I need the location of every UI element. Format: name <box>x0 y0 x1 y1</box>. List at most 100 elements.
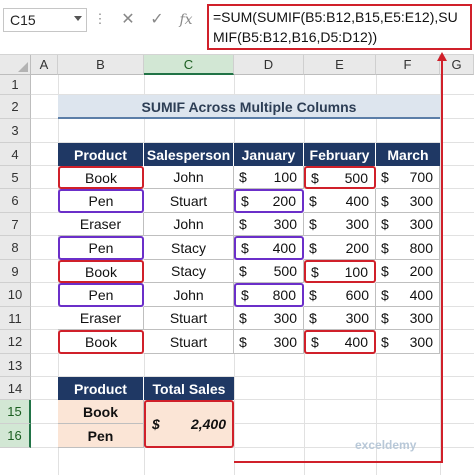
product-cell[interactable]: Pen <box>58 283 144 307</box>
jan-sales-cell[interactable]: $200 <box>234 189 304 213</box>
summary-header-total[interactable]: Total Sales <box>144 377 234 400</box>
row-header-8[interactable]: 8 <box>0 236 31 260</box>
mar-sales-cell[interactable]: $300 <box>376 189 440 213</box>
feb-sales-cell[interactable]: $400 <box>304 330 376 354</box>
sheet-title[interactable]: SUMIF Across Multiple Columns <box>58 95 440 119</box>
salesperson-cell[interactable]: Stacy <box>144 236 234 260</box>
column-header-f[interactable]: F <box>376 55 440 75</box>
currency-symbol: $ <box>381 239 389 256</box>
row-header-13[interactable]: 13 <box>0 354 31 377</box>
sales-value: 200 <box>345 239 369 256</box>
sales-value: 400 <box>409 286 433 303</box>
sales-value: 800 <box>409 239 433 256</box>
currency-symbol: $ <box>381 286 389 303</box>
mar-sales-cell[interactable]: $300 <box>376 213 440 236</box>
feb-sales-cell[interactable]: $500 <box>304 166 376 189</box>
salesperson-cell[interactable]: Stuart <box>144 307 234 330</box>
sales-value: 300 <box>345 216 369 232</box>
mar-sales-cell[interactable]: $400 <box>376 283 440 307</box>
mar-sales-cell[interactable]: $800 <box>376 236 440 260</box>
mar-sales-cell[interactable]: $300 <box>376 307 440 330</box>
formula-input[interactable]: =SUM(SUMIF(B5:B12,B15,E5:E12),SUMIF(B5:B… <box>207 4 472 50</box>
jan-sales-cell[interactable]: $300 <box>234 330 304 354</box>
product-cell[interactable]: Book <box>58 260 144 283</box>
currency-symbol: $ <box>152 416 160 432</box>
currency-symbol: $ <box>311 334 319 350</box>
row-header-16[interactable]: 16 <box>0 424 31 448</box>
feb-sales-cell[interactable]: $600 <box>304 283 376 307</box>
row-header-5[interactable]: 5 <box>0 166 31 189</box>
header-product[interactable]: Product <box>58 143 144 166</box>
sales-value: 100 <box>273 169 297 185</box>
salesperson-cell[interactable]: John <box>144 166 234 189</box>
row-header-15[interactable]: 15 <box>0 400 31 424</box>
sales-value: 300 <box>273 333 297 350</box>
column-header-b[interactable]: B <box>58 55 144 75</box>
mar-sales-cell[interactable]: $200 <box>376 260 440 283</box>
salesperson-cell[interactable]: Stacy <box>144 260 234 283</box>
row-header-11[interactable]: 11 <box>0 307 31 330</box>
feb-sales-cell[interactable]: $400 <box>304 189 376 213</box>
summary-header-product[interactable]: Product <box>58 377 144 400</box>
header-march[interactable]: March <box>376 143 440 166</box>
column-header-d[interactable]: D <box>234 55 304 75</box>
mar-sales-cell[interactable]: $300 <box>376 330 440 354</box>
jan-sales-cell[interactable]: $500 <box>234 260 304 283</box>
column-header-c[interactable]: C <box>144 55 234 75</box>
product-cell[interactable]: Eraser <box>58 307 144 330</box>
sales-value: 300 <box>409 310 433 326</box>
header-february[interactable]: February <box>304 143 376 166</box>
feb-sales-cell[interactable]: $300 <box>304 213 376 236</box>
row-header-9[interactable]: 9 <box>0 260 31 283</box>
mar-sales-cell[interactable]: $700 <box>376 166 440 189</box>
salesperson-cell[interactable]: John <box>144 283 234 307</box>
jan-sales-cell[interactable]: $400 <box>234 236 304 260</box>
currency-symbol: $ <box>311 169 319 186</box>
product-cell[interactable]: Pen <box>58 189 144 213</box>
summary-product-pen[interactable]: Pen <box>58 424 144 448</box>
header-salesperson[interactable]: Salesperson <box>144 143 234 166</box>
total-sales-cell[interactable]: $ 2,400 <box>144 400 234 448</box>
cancel-icon[interactable]: ✕ <box>116 8 140 32</box>
product-cell[interactable]: Pen <box>58 236 144 260</box>
salesperson-cell[interactable]: Stuart <box>144 330 234 354</box>
row-header-2[interactable]: 2 <box>0 95 31 119</box>
feb-sales-cell[interactable]: $100 <box>304 260 376 283</box>
arrow-line-vertical <box>441 60 443 463</box>
sales-value: 100 <box>344 263 368 280</box>
feb-sales-cell[interactable]: $200 <box>304 236 376 260</box>
check-icon[interactable]: ✓ <box>145 8 169 32</box>
summary-product-book[interactable]: Book <box>58 400 144 424</box>
jan-sales-cell[interactable]: $800 <box>234 283 304 307</box>
row-header-4[interactable]: 4 <box>0 143 31 166</box>
currency-symbol: $ <box>381 263 389 279</box>
row-header-6[interactable]: 6 <box>0 189 31 213</box>
more-options-icon[interactable]: ⋮ <box>93 8 107 32</box>
insert-function-icon[interactable]: fx <box>174 8 198 32</box>
feb-sales-cell[interactable]: $300 <box>304 307 376 330</box>
salesperson-cell[interactable]: John <box>144 213 234 236</box>
row-header-1[interactable]: 1 <box>0 75 31 95</box>
row-header-12[interactable]: 12 <box>0 330 31 354</box>
product-cell[interactable]: Eraser <box>58 213 144 236</box>
chevron-down-icon[interactable] <box>74 16 82 21</box>
sales-value: 500 <box>273 263 297 279</box>
column-header-a[interactable]: A <box>31 55 58 75</box>
jan-sales-cell[interactable]: $300 <box>234 307 304 330</box>
sales-value: 500 <box>344 169 368 186</box>
row-header-14[interactable]: 14 <box>0 377 31 400</box>
currency-symbol: $ <box>381 192 389 209</box>
jan-sales-cell[interactable]: $100 <box>234 166 304 189</box>
jan-sales-cell[interactable]: $300 <box>234 213 304 236</box>
row-header-3[interactable]: 3 <box>0 119 31 143</box>
currency-symbol: $ <box>381 169 389 185</box>
currency-symbol: $ <box>309 216 317 232</box>
header-january[interactable]: January <box>234 143 304 166</box>
row-header-10[interactable]: 10 <box>0 283 31 307</box>
column-header-e[interactable]: E <box>304 55 376 75</box>
salesperson-cell[interactable]: Stuart <box>144 189 234 213</box>
currency-symbol: $ <box>239 169 247 185</box>
product-cell[interactable]: Book <box>58 330 144 354</box>
row-header-7[interactable]: 7 <box>0 213 31 236</box>
product-cell[interactable]: Book <box>58 166 144 189</box>
